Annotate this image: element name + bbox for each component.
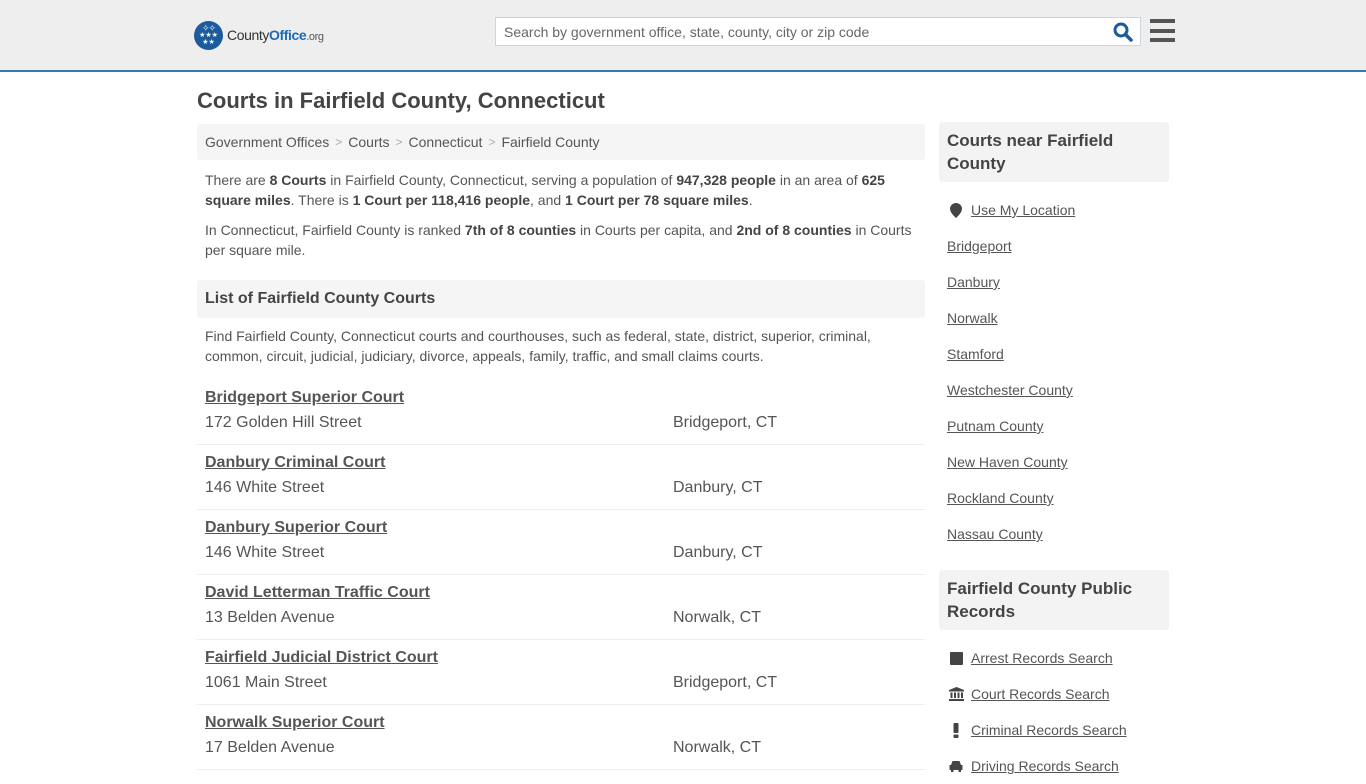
court-name-link[interactable]: Bridgeport Superior Court — [205, 388, 404, 408]
nearby-link-stamford[interactable]: Stamford — [947, 346, 1004, 362]
breadcrumb-courts[interactable]: Courts — [348, 134, 389, 150]
intro-text: There are 8 Courts in Fairfield County, … — [197, 170, 925, 260]
court-name-link[interactable]: Fairfield Judicial District Court — [205, 648, 438, 668]
site-header: ✧✧ ★★★ ★★ CountyOffice.org — [0, 0, 1366, 72]
court-address: 146 White Street — [205, 479, 325, 496]
nearby-link-new-haven-county[interactable]: New Haven County — [947, 454, 1068, 470]
nearby-link-item: Norwalk — [947, 300, 1161, 336]
court-list-item: Danbury Criminal Court 146 White Street … — [197, 445, 925, 510]
court-city: Bridgeport, CT — [673, 414, 778, 431]
public-records-heading: Fairfield County Public Records — [939, 570, 1169, 630]
arrest-records-link[interactable]: Arrest Records Search — [971, 650, 1113, 666]
records-link-item: Arrest Records Search — [947, 640, 1161, 676]
breadcrumb: Government Offices > Courts > Connecticu… — [197, 124, 925, 160]
car-icon — [947, 759, 965, 773]
logo-text: CountyOffice.org — [227, 27, 324, 43]
courthouse-icon — [947, 687, 965, 701]
nearby-link-item: New Haven County — [947, 444, 1161, 480]
intro-ranking-paragraph: In Connecticut, Fairfield County is rank… — [205, 222, 912, 258]
court-name-link[interactable]: Danbury Criminal Court — [205, 453, 385, 473]
court-list-item: David Letterman Traffic Court 13 Belden … — [197, 575, 925, 640]
records-link-item: Court Records Search — [947, 676, 1161, 712]
breadcrumb-connecticut[interactable]: Connecticut — [409, 134, 483, 150]
court-address: 172 Golden Hill Street — [205, 414, 362, 431]
court-city: Norwalk, CT — [673, 739, 762, 756]
court-list-item: Danbury Superior Court 146 White Street … — [197, 510, 925, 575]
eagle-stars-icon: ✧✧ ★★★ ★★ — [194, 20, 223, 50]
records-link-item: Criminal Records Search — [947, 712, 1161, 748]
breadcrumb-separator: > — [488, 135, 496, 149]
hamburger-menu-icon[interactable] — [1150, 19, 1175, 42]
map-marker-icon — [947, 202, 965, 218]
court-list-item: Bridgeport Superior Court 172 Golden Hil… — [197, 380, 925, 445]
intro-stats-paragraph: There are 8 Courts in Fairfield County, … — [205, 172, 885, 208]
square-icon — [947, 651, 965, 665]
nearby-link-nassau-county[interactable]: Nassau County — [947, 526, 1043, 542]
court-address: 17 Belden Avenue — [205, 739, 335, 756]
exclamation-icon — [947, 722, 965, 738]
breadcrumb-fairfield-county[interactable]: Fairfield County — [501, 134, 599, 150]
court-list-item: Fairfield Judicial District Court 1061 M… — [197, 640, 925, 705]
site-logo[interactable]: ✧✧ ★★★ ★★ CountyOffice.org — [194, 20, 324, 50]
court-name-link[interactable]: Norwalk Superior Court — [205, 713, 385, 733]
sidebar: Courts near Fairfield County Use My Loca… — [939, 122, 1169, 784]
court-name-link[interactable]: David Letterman Traffic Court — [205, 583, 430, 603]
nearby-courts-block: Courts near Fairfield County Use My Loca… — [939, 122, 1169, 552]
use-my-location-item: Use My Location — [947, 192, 1161, 228]
nearby-link-item: Bridgeport — [947, 228, 1161, 264]
court-list-description: Find Fairfield County, Connecticut court… — [205, 328, 871, 364]
nearby-link-item: Nassau County — [947, 516, 1161, 552]
nearby-link-item: Rockland County — [947, 480, 1161, 516]
nearby-link-danbury[interactable]: Danbury — [947, 274, 1000, 290]
court-address: 1061 Main Street — [205, 674, 327, 691]
nearby-courts-heading: Courts near Fairfield County — [939, 122, 1169, 182]
breadcrumb-government-offices[interactable]: Government Offices — [205, 134, 329, 150]
court-city: Bridgeport, CT — [673, 674, 778, 691]
court-records-link[interactable]: Court Records Search — [971, 686, 1110, 702]
public-records-list: Arrest Records Search Court Records Sear… — [939, 630, 1169, 784]
court-list: Bridgeport Superior Court 172 Golden Hil… — [197, 380, 925, 770]
court-address: 13 Belden Avenue — [205, 609, 335, 626]
records-link-item: Driving Records Search — [947, 748, 1161, 784]
nearby-link-item: Danbury — [947, 264, 1161, 300]
public-records-block: Fairfield County Public Records Arrest R… — [939, 570, 1169, 784]
court-city: Danbury, CT — [673, 544, 763, 561]
breadcrumb-separator: > — [395, 135, 403, 149]
court-name-link[interactable]: Danbury Superior Court — [205, 518, 387, 538]
nearby-link-item: Stamford — [947, 336, 1161, 372]
driving-records-link[interactable]: Driving Records Search — [971, 758, 1119, 774]
search-icon — [1113, 22, 1133, 42]
search-button[interactable] — [1106, 18, 1140, 45]
use-my-location-link[interactable]: Use My Location — [971, 202, 1075, 218]
main-content: Government Offices > Courts > Connecticu… — [197, 124, 925, 770]
court-city: Danbury, CT — [673, 479, 763, 496]
nearby-link-rockland-county[interactable]: Rockland County — [947, 490, 1054, 506]
court-list-heading: List of Fairfield County Courts — [197, 280, 925, 318]
court-list-item: Norwalk Superior Court 17 Belden Avenue … — [197, 705, 925, 770]
search-input[interactable] — [496, 18, 1106, 45]
nearby-link-norwalk[interactable]: Norwalk — [947, 310, 998, 326]
search-bar — [495, 17, 1141, 46]
nearby-link-item: Putnam County — [947, 408, 1161, 444]
breadcrumb-separator: > — [335, 135, 343, 149]
nearby-link-bridgeport[interactable]: Bridgeport — [947, 238, 1012, 254]
nearby-link-item: Westchester County — [947, 372, 1161, 408]
nearby-link-putnam-county[interactable]: Putnam County — [947, 418, 1044, 434]
nearby-courts-list: Use My Location Bridgeport Danbury Norwa… — [939, 182, 1169, 552]
nearby-link-westchester-county[interactable]: Westchester County — [947, 382, 1073, 398]
court-address: 146 White Street — [205, 544, 325, 561]
page-title: Courts in Fairfield County, Connecticut — [197, 88, 605, 113]
court-city: Norwalk, CT — [673, 609, 762, 626]
criminal-records-link[interactable]: Criminal Records Search — [971, 722, 1127, 738]
